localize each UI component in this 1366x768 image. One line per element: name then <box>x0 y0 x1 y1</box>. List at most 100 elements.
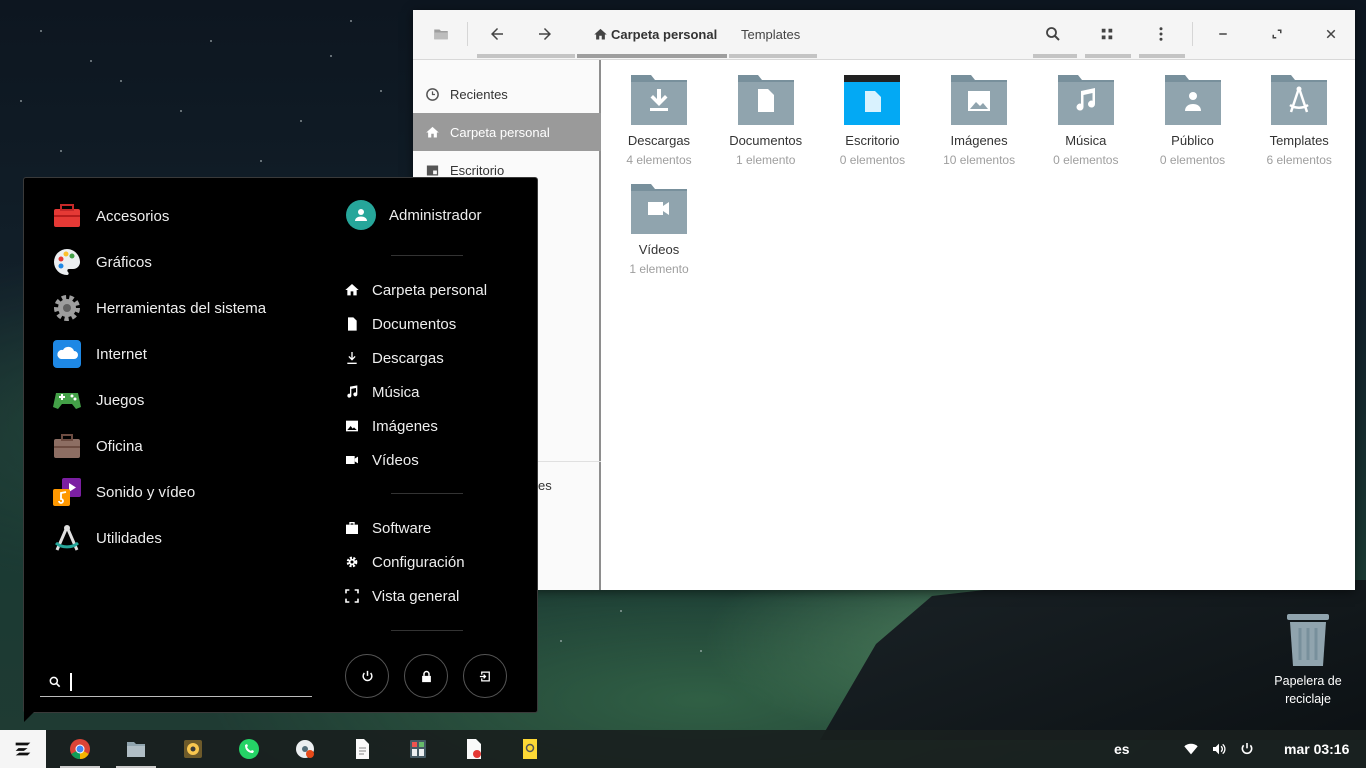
file-manager-window: Carpeta personal Templates Recientes Car… <box>413 10 1355 590</box>
menu-category-herramientas-del-sistema[interactable]: Herramientas del sistema <box>52 293 266 323</box>
images-folder-icon <box>950 75 1008 125</box>
briefcase-icon <box>52 431 82 461</box>
folder-name: Documentos <box>729 133 803 148</box>
menu-place-label: Música <box>372 383 420 401</box>
menu-category-sonido-y-vídeo[interactable]: Sonido y vídeo <box>52 477 195 507</box>
menu-category-internet[interactable]: Internet <box>52 339 147 369</box>
search-input[interactable] <box>72 673 292 690</box>
menu-system-label: Software <box>372 519 432 537</box>
folder-documentos[interactable]: Documentos 1 elemento <box>716 75 816 167</box>
folder-name: Descargas <box>627 133 691 148</box>
menu-category-juegos[interactable]: Juegos <box>52 385 144 415</box>
menu-separator <box>391 630 463 631</box>
sidebar-item-label: Carpeta personal <box>450 124 550 140</box>
wifi-icon[interactable] <box>1183 730 1199 768</box>
more-options-icon[interactable] <box>1141 10 1181 58</box>
folder-item-count: 0 elementos <box>1053 153 1119 167</box>
power-status-icon[interactable] <box>1239 730 1255 768</box>
lock-button[interactable] <box>404 654 448 698</box>
folder-name: Imágenes <box>950 133 1008 148</box>
menu-pointer <box>24 710 36 722</box>
back-arrow-icon[interactable] <box>477 10 517 58</box>
file-manager-header: Carpeta personal Templates <box>413 10 1355 60</box>
folder-descargas[interactable]: Descargas 4 elementos <box>609 75 709 167</box>
folder-menu-icon[interactable] <box>421 10 461 58</box>
menu-separator <box>391 255 463 256</box>
menu-search[interactable] <box>40 667 312 697</box>
header-separator <box>1192 22 1193 46</box>
clock-icon <box>426 87 439 101</box>
menu-place-música[interactable]: Música <box>344 380 420 404</box>
taskbar-document-viewer-launcher[interactable] <box>452 730 496 768</box>
calculator-icon <box>409 740 426 758</box>
grid-view-icon[interactable] <box>1087 10 1127 58</box>
close-icon[interactable] <box>1311 10 1351 58</box>
logout-icon <box>479 671 490 681</box>
taskbar-mail-launcher[interactable] <box>508 730 552 768</box>
volume-icon[interactable] <box>1211 730 1227 768</box>
home-icon <box>345 284 359 296</box>
menu-category-oficina[interactable]: Oficina <box>52 431 143 461</box>
menu-system-configuración[interactable]: Configuración <box>344 550 465 574</box>
folder-público[interactable]: Público 0 elementos <box>1143 75 1243 167</box>
image-icon <box>346 420 358 432</box>
user-account[interactable]: Administrador <box>346 200 482 230</box>
start-menu: Accesorios Gráficos Herramientas del sis… <box>23 177 538 713</box>
search-icon[interactable] <box>1033 10 1073 58</box>
forward-arrow-icon[interactable] <box>525 10 565 58</box>
taskbar-files-launcher[interactable] <box>114 730 158 768</box>
taskbar-media-player-launcher[interactable] <box>283 730 327 768</box>
compass-icon <box>52 523 82 553</box>
search-icon <box>49 676 61 687</box>
sidebar-item-recientes[interactable]: Recientes <box>413 75 601 113</box>
videos-folder-icon <box>630 184 688 234</box>
menu-separator <box>391 493 463 494</box>
document-icon <box>348 317 357 331</box>
grid-underline <box>1085 54 1131 58</box>
folder-item-count: 1 elemento <box>629 262 689 276</box>
folder-escritorio[interactable]: Escritorio 0 elementos <box>822 75 922 167</box>
menu-category-accesorios[interactable]: Accesorios <box>52 201 169 231</box>
palette-icon <box>52 247 82 277</box>
clock[interactable]: mar 03:16 <box>1284 730 1349 768</box>
menu-system-software[interactable]: Software <box>344 516 431 540</box>
taskbar-calculator-launcher[interactable] <box>396 730 440 768</box>
menu-place-vídeos[interactable]: Vídeos <box>344 448 419 472</box>
logout-button[interactable] <box>463 654 507 698</box>
download-folder-icon <box>630 75 688 125</box>
taskbar-chrome-launcher[interactable] <box>58 730 102 768</box>
taskbar-text-editor-launcher[interactable] <box>340 730 384 768</box>
menu-system-vista-general[interactable]: Vista general <box>344 584 459 608</box>
menu-category-label: Oficina <box>96 437 143 455</box>
templates-folder-icon <box>1270 75 1328 125</box>
taskbar-rhythmbox-launcher[interactable] <box>171 730 215 768</box>
chrome-icon <box>70 739 90 760</box>
menu-place-documentos[interactable]: Documentos <box>344 312 456 336</box>
menu-place-carpeta-personal[interactable]: Carpeta personal <box>344 278 487 302</box>
power-button[interactable] <box>345 654 389 698</box>
keyboard-layout[interactable]: es <box>1114 730 1130 768</box>
menu-system-label: Vista general <box>372 587 460 605</box>
menu-place-imágenes[interactable]: Imágenes <box>344 414 438 438</box>
avatar <box>346 200 376 230</box>
desktop-trash[interactable]: Papelera de reciclaje <box>1266 608 1350 708</box>
mail-icon <box>523 739 538 759</box>
menu-category-utilidades[interactable]: Utilidades <box>52 523 162 553</box>
minimize-icon[interactable] <box>1203 10 1243 58</box>
start-button[interactable] <box>0 730 46 768</box>
menu-category-gráficos[interactable]: Gráficos <box>52 247 152 277</box>
nav-underline <box>477 54 575 58</box>
folder-templates[interactable]: Templates 6 elementos <box>1249 75 1349 167</box>
file-grid: Descargas 4 elementos Documentos 1 eleme… <box>603 60 1355 590</box>
breadcrumb-home[interactable]: Carpeta personal <box>593 10 717 58</box>
menu-place-descargas[interactable]: Descargas <box>344 346 444 370</box>
folder-vídeos[interactable]: Vídeos 1 elemento <box>609 184 709 276</box>
folder-música[interactable]: Música 0 elementos <box>1036 75 1136 167</box>
folder-imágenes[interactable]: Imágenes 10 elementos <box>929 75 1029 167</box>
maximize-icon[interactable] <box>1257 10 1297 58</box>
folder-name: Público <box>1171 133 1214 148</box>
menu-category-label: Internet <box>96 345 147 363</box>
sidebar-item-carpeta-personal[interactable]: Carpeta personal <box>413 113 601 151</box>
taskbar-whatsapp-launcher[interactable] <box>227 730 271 768</box>
breadcrumb-templates[interactable]: Templates <box>741 10 800 58</box>
